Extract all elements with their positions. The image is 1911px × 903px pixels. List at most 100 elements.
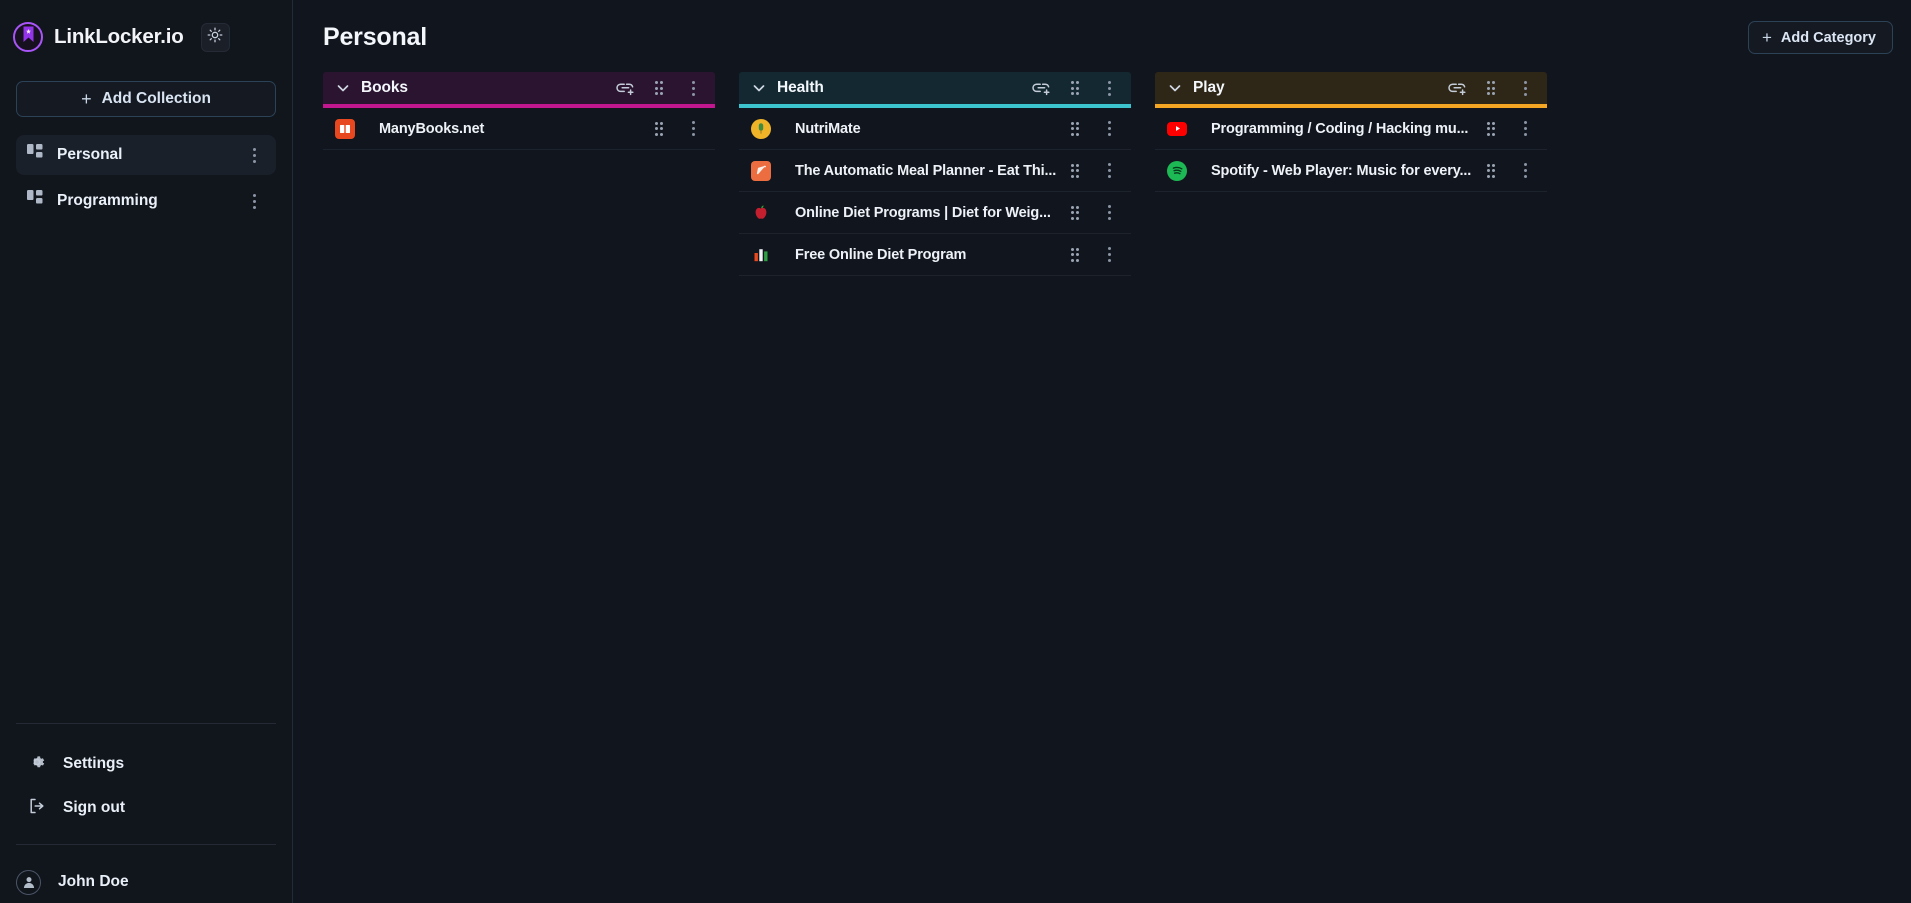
category-name: Play — [1193, 79, 1225, 96]
add-collection-button[interactable]: + Add Collection — [16, 81, 276, 117]
kebab-menu-icon[interactable] — [1514, 121, 1536, 136]
category-column-health: Health NutriMate The Automatic Meal Plan… — [739, 72, 1131, 276]
page-title: Personal — [323, 23, 428, 51]
link-plus-icon[interactable] — [1031, 78, 1052, 99]
kebab-menu-icon[interactable] — [1098, 205, 1120, 220]
drag-handle-icon[interactable] — [1486, 81, 1495, 95]
carrot-icon — [751, 160, 771, 181]
link-row[interactable]: Programming / Coding / Hacking mu... — [1155, 108, 1547, 150]
plus-icon: + — [81, 89, 92, 109]
sidebar-settings-label: Settings — [63, 755, 125, 772]
plus-icon: + — [1761, 28, 1772, 47]
user-avatar-icon — [16, 869, 41, 895]
sidebar-item-programming[interactable]: Programming — [16, 181, 276, 221]
link-row-actions — [1070, 247, 1121, 262]
link-row-actions — [654, 121, 705, 136]
grid-icon — [27, 190, 44, 212]
kebab-menu-icon[interactable] — [1514, 80, 1536, 96]
link-row-actions — [1070, 163, 1121, 178]
drag-handle-icon[interactable] — [654, 81, 663, 95]
link-row[interactable]: ManyBooks.net — [323, 108, 715, 150]
kebab-menu-icon[interactable] — [682, 121, 704, 136]
link-row[interactable]: NutriMate — [739, 108, 1131, 150]
link-title: Programming / Coding / Hacking mu... — [1211, 120, 1469, 137]
gear-icon — [28, 753, 46, 776]
kebab-menu-icon[interactable] — [1098, 80, 1120, 96]
app-logo — [13, 22, 43, 52]
chevron-down-icon[interactable] — [750, 79, 768, 97]
kebab-menu-icon[interactable] — [1098, 163, 1120, 178]
sidebar-item-label: Programming — [57, 192, 158, 209]
kebab-menu-icon[interactable] — [1098, 247, 1120, 262]
category-header-actions — [1031, 78, 1121, 99]
kebab-menu-icon[interactable] — [243, 193, 265, 209]
sidebar-item-settings[interactable]: Settings — [0, 742, 292, 786]
link-row-actions — [1070, 121, 1121, 136]
link-row[interactable]: Free Online Diet Program — [739, 234, 1131, 276]
link-plus-icon[interactable] — [615, 78, 636, 99]
sidebar-item-personal[interactable]: Personal — [16, 135, 276, 175]
category-name: Books — [361, 79, 408, 96]
youtube-icon — [1167, 121, 1187, 136]
chevron-down-icon[interactable] — [1166, 79, 1184, 97]
link-row-actions — [1486, 121, 1537, 136]
category-header[interactable]: Health — [739, 72, 1131, 104]
link-title: NutriMate — [795, 120, 861, 137]
user-profile[interactable]: John Doe — [0, 845, 292, 903]
link-row[interactable]: Spotify - Web Player: Music for every... — [1155, 150, 1547, 192]
link-title: ManyBooks.net — [379, 120, 485, 137]
category-column-play: Play Programming / Coding / Hacking mu..… — [1155, 72, 1547, 192]
sun-icon — [207, 27, 223, 48]
nutrimate-icon — [751, 118, 771, 139]
link-title: Online Diet Programs | Diet for Weig... — [795, 204, 1051, 221]
drag-handle-icon[interactable] — [1070, 247, 1079, 262]
kebab-menu-icon[interactable] — [243, 147, 265, 163]
drag-handle-icon[interactable] — [1070, 81, 1079, 95]
category-column-books: Books ManyBooks.net — [323, 72, 715, 150]
drag-handle-icon[interactable] — [1486, 121, 1495, 136]
bookmark-star-icon — [22, 26, 35, 48]
brand: LinkLocker.io — [0, 0, 292, 60]
apple-icon — [751, 203, 771, 223]
user-name: John Doe — [58, 873, 129, 890]
category-header[interactable]: Books — [323, 72, 715, 104]
grid-icon — [27, 144, 44, 166]
brand-title: LinkLocker.io — [54, 25, 184, 48]
kebab-menu-icon[interactable] — [682, 80, 704, 96]
add-category-label: Add Category — [1780, 29, 1876, 46]
link-row-actions — [1070, 205, 1121, 220]
link-plus-icon[interactable] — [1447, 78, 1468, 99]
sidebar-bottom-nav: Settings Sign out — [0, 724, 292, 844]
chevron-down-icon[interactable] — [334, 79, 352, 97]
drag-handle-icon[interactable] — [1070, 163, 1079, 178]
category-header-actions — [615, 78, 705, 99]
category-header[interactable]: Play — [1155, 72, 1547, 104]
bar-chart-icon — [751, 245, 771, 265]
category-header-actions — [1447, 78, 1537, 99]
drag-handle-icon[interactable] — [1486, 163, 1495, 178]
sidebar-item-label: Personal — [57, 146, 123, 163]
add-category-button[interactable]: + Add Category — [1747, 21, 1893, 54]
link-title: Free Online Diet Program — [795, 246, 967, 263]
spotify-icon — [1167, 160, 1187, 181]
add-collection-label: Add Collection — [101, 90, 211, 107]
link-title: The Automatic Meal Planner - Eat Thi... — [795, 162, 1057, 179]
drag-handle-icon[interactable] — [1070, 205, 1079, 220]
link-row-actions — [1486, 163, 1537, 178]
sidebar: LinkLocker.io + Add Collection Personal … — [0, 0, 293, 903]
category-board: Books ManyBooks.net Health NutriMate The… — [323, 72, 1893, 903]
category-name: Health — [777, 79, 824, 96]
sidebar-item-sign-out[interactable]: Sign out — [0, 786, 292, 830]
manybooks-icon — [335, 118, 355, 139]
theme-toggle-button[interactable] — [200, 22, 230, 52]
kebab-menu-icon[interactable] — [1098, 121, 1120, 136]
sidebar-sign-out-label: Sign out — [63, 799, 125, 816]
drag-handle-icon[interactable] — [1070, 121, 1079, 136]
collection-list: Personal Programming — [0, 135, 292, 227]
kebab-menu-icon[interactable] — [1514, 163, 1536, 178]
drag-handle-icon[interactable] — [654, 121, 663, 136]
link-title: Spotify - Web Player: Music for every... — [1211, 162, 1472, 179]
link-row[interactable]: Online Diet Programs | Diet for Weig... — [739, 192, 1131, 234]
link-row[interactable]: The Automatic Meal Planner - Eat Thi... — [739, 150, 1131, 192]
